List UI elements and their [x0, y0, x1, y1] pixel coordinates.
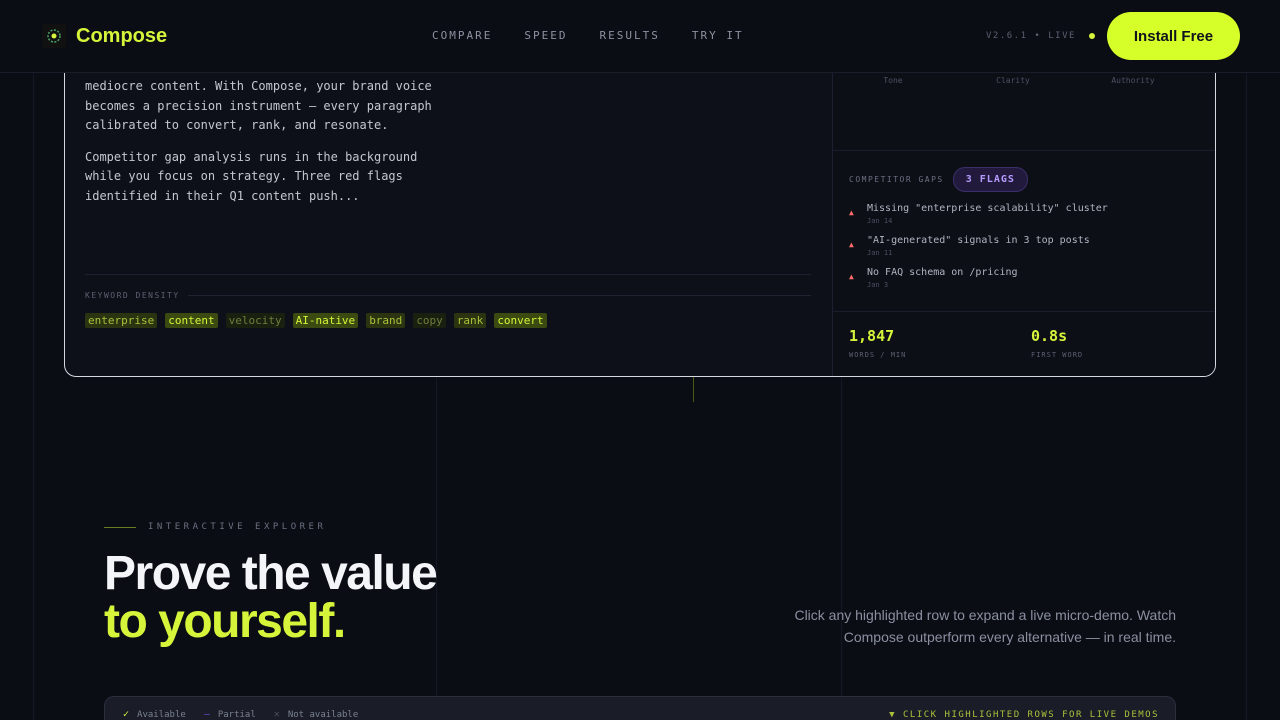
- editor-panel: mediocre content. With Compose, your bra…: [85, 77, 825, 206]
- legend-item-partial: — Partial: [204, 709, 256, 720]
- divider: [85, 274, 811, 275]
- keyword-density-label: KEYWORD DENSITY: [85, 291, 180, 300]
- nav-link-compare[interactable]: COMPARE: [432, 29, 492, 42]
- stat-first-word: 0.8s FIRST WORD: [1031, 327, 1213, 359]
- keyword-tag: AI-native: [292, 313, 359, 328]
- headline-line-1: Prove the value: [104, 547, 438, 600]
- editor-paragraph: Competitor gap analysis runs in the back…: [85, 149, 418, 203]
- stat-value: 1,847: [849, 327, 895, 345]
- section-headline: Prove the value to yourself.: [104, 547, 438, 648]
- legend-item-available: ✓ Available: [123, 709, 186, 720]
- live-demo-hint: ▼ CLICK HIGHLIGHTED ROWS FOR LIVE DEMOS: [889, 710, 1159, 720]
- keyword-tag: content: [165, 313, 218, 328]
- dash-icon: —: [203, 709, 210, 720]
- install-free-button[interactable]: Install Free: [1107, 12, 1240, 60]
- nav-link-results[interactable]: RESULTS: [599, 29, 659, 42]
- brand-logo[interactable]: Compose: [42, 24, 167, 48]
- warning-triangle-icon: ▲: [849, 240, 854, 249]
- list-item[interactable]: ▲ "AI-generated" signals in 3 top posts …: [849, 235, 1209, 257]
- warning-triangle-icon: ▲: [849, 208, 854, 217]
- divider: [187, 295, 811, 296]
- warning-triangle-icon: ▲: [849, 272, 854, 281]
- gap-date: Jan 3: [867, 281, 889, 289]
- eyebrow-text: INTERACTIVE EXPLORER: [148, 522, 327, 532]
- keyword-list: enterprise content velocity AI-native br…: [85, 313, 547, 328]
- demo-card: mediocre content. With Compose, your bra…: [64, 40, 1216, 377]
- eyebrow-line: [104, 526, 136, 528]
- competitor-gaps-label: COMPETITOR GAPS: [849, 175, 944, 184]
- score-label-tone: Tone: [883, 76, 903, 85]
- brand-name: Compose: [76, 24, 168, 47]
- competitor-gaps-header: COMPETITOR GAPS 3 FLAGS: [849, 167, 1028, 192]
- keyword-tag: convert: [494, 313, 547, 328]
- score-labels: Tone Clarity Authority: [833, 76, 1215, 85]
- compose-logo-icon: [42, 24, 66, 48]
- nav-links: COMPARE SPEED RESULTS TRY IT: [432, 29, 744, 42]
- live-indicator-icon: [1089, 33, 1095, 39]
- score-label-authority: Authority: [1111, 76, 1155, 85]
- editor-paragraph: mediocre content. With Compose, your bra…: [85, 79, 432, 132]
- gap-list: ▲ Missing "enterprise scalability" clust…: [849, 203, 1209, 299]
- keyword-tag: velocity: [225, 313, 285, 328]
- score-label-clarity: Clarity: [996, 76, 1030, 85]
- nav-link-speed[interactable]: SPEED: [524, 29, 567, 42]
- keyword-tag: copy: [413, 313, 446, 328]
- section-subtitle: Click any highlighted row to expand a li…: [794, 607, 1176, 645]
- check-icon: ✓: [123, 709, 130, 720]
- analysis-panel: Tone Clarity Authority COMPETITOR GAPS 3…: [832, 41, 1215, 376]
- x-icon: ✕: [273, 709, 280, 720]
- gap-date: Jan 14: [867, 217, 893, 225]
- stat-words-per-min: 1,847 WORDS / MIN: [849, 327, 1031, 359]
- legend-label: Partial: [217, 709, 256, 720]
- top-nav: Compose COMPARE SPEED RESULTS TRY IT V2.…: [0, 0, 1280, 73]
- gap-title: Missing "enterprise scalability" cluster: [867, 203, 1108, 214]
- stat-label: FIRST WORD: [1031, 351, 1084, 359]
- stat-label: WORDS / MIN: [849, 351, 907, 359]
- keyword-density-header: KEYWORD DENSITY: [85, 291, 811, 300]
- stats-row: 1,847 WORDS / MIN 0.8s FIRST WORD: [849, 327, 1213, 359]
- gap-title: "AI-generated" signals in 3 top posts: [867, 235, 1090, 246]
- version-status: V2.6.1 • LIVE: [986, 31, 1076, 41]
- legend-label: Available: [137, 709, 186, 720]
- headline-line-2: to yourself.: [104, 595, 346, 648]
- list-item[interactable]: ▲ Missing "enterprise scalability" clust…: [849, 203, 1209, 225]
- flags-badge[interactable]: 3 FLAGS: [952, 167, 1028, 192]
- legend-item-not-available: ✕ Not available: [274, 709, 358, 720]
- divider: [833, 311, 1215, 312]
- legend-label: Not available: [287, 709, 359, 720]
- keyword-tag: brand: [366, 313, 406, 328]
- gap-date: Jan 11: [867, 249, 893, 257]
- legend: ✓ Available — Partial ✕ Not available: [123, 709, 376, 720]
- list-item[interactable]: ▲ No FAQ schema on /pricing Jan 3: [849, 267, 1209, 289]
- keyword-tag: rank: [453, 313, 487, 328]
- stat-value: 0.8s: [1031, 327, 1068, 345]
- section-eyebrow: INTERACTIVE EXPLORER: [104, 522, 326, 532]
- comparison-legend-bar: ✓ Available — Partial ✕ Not available ▼ …: [104, 696, 1176, 720]
- keyword-tag: enterprise: [85, 313, 158, 328]
- nav-link-try-it[interactable]: TRY IT: [692, 29, 744, 42]
- connector-line: [693, 377, 694, 402]
- divider: [833, 150, 1215, 151]
- gap-title: No FAQ schema on /pricing: [867, 267, 1018, 278]
